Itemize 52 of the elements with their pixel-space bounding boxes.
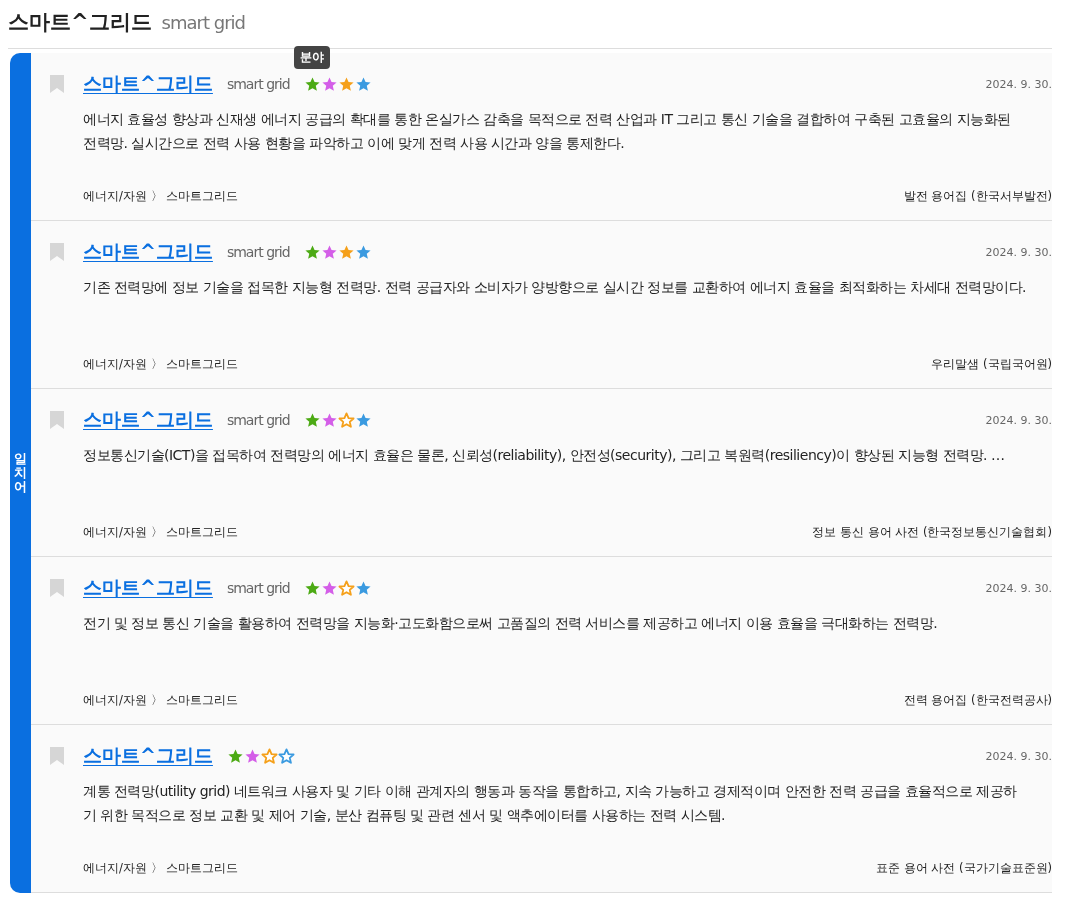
date: 2024. 9. 30. [985, 77, 1052, 91]
definition: 기존 전력망에 정보 기술을 접목한 지능형 전력망. 전력 공급자와 소비자가 양방향으로 실시간 정보를 교환하여 에너지 효율을 최적화하는 차세대 전력망이다. [83, 278, 1027, 297]
star-icon[interactable] [303, 75, 321, 93]
category-path: 에너지/자원 〉 스마트그리드 [83, 357, 239, 372]
star-icon[interactable] [320, 579, 338, 597]
date: 2024. 9. 30. [985, 245, 1052, 259]
category-path: 에너지/자원 〉 스마트그리드 [83, 693, 239, 708]
star-icon[interactable] [337, 75, 355, 93]
star-icon[interactable] [337, 411, 355, 429]
page-subtitle: smart grid [161, 12, 245, 33]
star-icon[interactable] [354, 579, 372, 597]
category-path: 에너지/자원 〉 스마트그리드 [83, 861, 239, 876]
date: 2024. 9. 30. [985, 749, 1052, 763]
star-icon[interactable] [303, 411, 321, 429]
category-path: 에너지/자원 〉 스마트그리드 [83, 525, 239, 540]
star-icon[interactable] [320, 411, 338, 429]
category-path: 에너지/자원 〉 스마트그리드 [83, 189, 239, 204]
definition: 에너지 효율성 향상과 신재생 에너지 공급의 확대를 통한 온실가스 감축을 목적으로 전력 산업과 IT 그리고 통신 기술을 결합하여 구축된 고효율의 지능화된 전력망. 실시간으로 전력 사용 현황을 파악하고 이에 맞게 전력 사용 시간과 양을 통제한다. [83, 110, 1012, 153]
english-term: smart grid [226, 76, 290, 92]
source: 발전 용어집 (한국서부발전) [903, 189, 1052, 204]
star-icon[interactable] [260, 747, 278, 765]
source: 표준 용어 사전 (국가기술표준원) [876, 861, 1052, 876]
source: 정보 통신 용어 사전 (한국정보통신기술협회) [812, 525, 1052, 540]
date: 2024. 9. 30. [985, 581, 1052, 595]
definition: 계통 전력망(utility grid) 네트워크 사용자 및 기타 이해 관계자의 행동과 동작을 통합하고, 지속 가능하고 경제적이며 안전한 전력 공급을 효율적으로 제공하기 위한 목적으로 정보 교환 및 제어 기술, 분산 컴퓨팅 및 관련 센서 및 액추에이터를 사용하는 전력 시스템. [83, 782, 1018, 825]
date: 2024. 9. 30. [985, 413, 1052, 427]
star-icon[interactable] [320, 75, 338, 93]
english-term: smart grid [226, 580, 290, 596]
term-link[interactable]: 스마트^그리드 [83, 743, 213, 769]
star-icon[interactable] [226, 747, 244, 765]
definition: 전기 및 정보 통신 기술을 활용하여 전력망을 지능화·고도화함으로써 고품질의 전력 서비스를 제공하고 에너지 이용 효율을 극대화하는 전력망. [83, 614, 939, 633]
page-title: 스마트^그리드 [8, 9, 152, 36]
definition: 정보통신기술(ICT)을 접목하여 전력망의 에너지 효율은 물론, 신뢰성(reliability), 안전성(security), 그리고 복원력(resiliency)이 향상된 지능형 전력망. … [83, 446, 1006, 465]
star-icon[interactable] [243, 747, 261, 765]
term-link[interactable]: 스마트^그리드 [83, 575, 213, 601]
star-icon[interactable] [354, 243, 372, 261]
source: 우리말샘 (국립국어원) [931, 357, 1052, 372]
star-icon[interactable] [337, 579, 355, 597]
star-icon[interactable] [337, 243, 355, 261]
term-link[interactable]: 스마트^그리드 [83, 71, 213, 97]
star-icon[interactable] [320, 243, 338, 261]
star-icon[interactable] [354, 411, 372, 429]
star-icon[interactable] [303, 243, 321, 261]
english-term: smart grid [226, 412, 290, 428]
star-icon[interactable] [277, 747, 295, 765]
english-term: smart grid [226, 244, 290, 260]
source: 전력 용어집 (한국전력공사) [903, 693, 1052, 708]
term-link[interactable]: 스마트^그리드 [83, 407, 213, 433]
star-icon[interactable] [303, 579, 321, 597]
term-link[interactable]: 스마트^그리드 [83, 239, 213, 265]
star-icon[interactable] [354, 75, 372, 93]
tooltip: 분야 [294, 45, 331, 69]
